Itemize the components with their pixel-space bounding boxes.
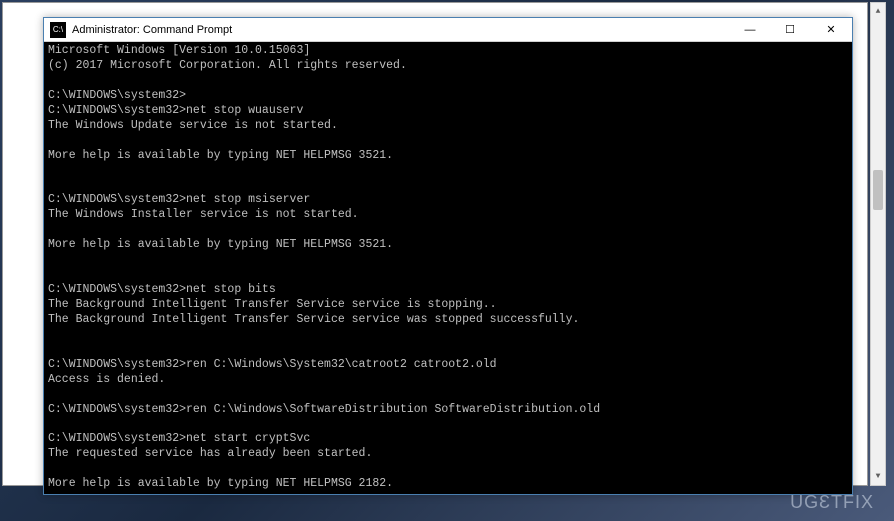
scroll-up-arrow[interactable]: ▲ <box>871 3 885 20</box>
scroll-thumb[interactable] <box>873 170 883 210</box>
terminal-line <box>48 223 848 238</box>
terminal-line: C:\WINDOWS\system32>net stop bits <box>48 283 848 298</box>
terminal-line: More help is available by typing NET HEL… <box>48 477 848 492</box>
terminal-line <box>48 74 848 89</box>
terminal-line <box>48 134 848 149</box>
vertical-scrollbar[interactable]: ▲ ▼ <box>870 2 886 486</box>
maximize-button[interactable]: ☐ <box>770 18 810 41</box>
terminal-line: More help is available by typing NET HEL… <box>48 149 848 164</box>
terminal-line <box>48 388 848 403</box>
terminal-output[interactable]: Microsoft Windows [Version 10.0.15063](c… <box>44 42 852 494</box>
window-titlebar[interactable]: C:\ Administrator: Command Prompt — ☐ ✕ <box>44 18 852 42</box>
terminal-line: More help is available by typing NET HEL… <box>48 238 848 253</box>
window-title: Administrator: Command Prompt <box>72 24 730 36</box>
terminal-line <box>48 417 848 432</box>
terminal-line: The Background Intelligent Transfer Serv… <box>48 313 848 328</box>
terminal-line: C:\WINDOWS\system32>ren C:\Windows\Syste… <box>48 358 848 373</box>
window-controls: — ☐ ✕ <box>730 18 852 41</box>
terminal-line: (c) 2017 Microsoft Corporation. All righ… <box>48 59 848 74</box>
close-button[interactable]: ✕ <box>810 18 852 41</box>
terminal-line: C:\WINDOWS\system32>net stop wuauserv <box>48 104 848 119</box>
terminal-line: The Windows Installer service is not sta… <box>48 208 848 223</box>
terminal-line <box>48 253 848 268</box>
terminal-line: C:\WINDOWS\system32> <box>48 89 848 104</box>
command-prompt-window: C:\ Administrator: Command Prompt — ☐ ✕ … <box>43 17 853 495</box>
terminal-line: The requested service has already been s… <box>48 447 848 462</box>
terminal-line: The Background Intelligent Transfer Serv… <box>48 298 848 313</box>
minimize-button[interactable]: — <box>730 18 770 41</box>
watermark-logo: UGƐTFIX <box>790 492 874 513</box>
terminal-line: C:\WINDOWS\system32>net start cryptSvc <box>48 432 848 447</box>
terminal-line <box>48 164 848 179</box>
terminal-line: Access is denied. <box>48 373 848 388</box>
terminal-line <box>48 343 848 358</box>
scroll-down-arrow[interactable]: ▼ <box>871 468 885 485</box>
terminal-line: C:\WINDOWS\system32>ren C:\Windows\Softw… <box>48 403 848 418</box>
terminal-line <box>48 462 848 477</box>
terminal-line <box>48 178 848 193</box>
terminal-line: The Windows Update service is not starte… <box>48 119 848 134</box>
terminal-line <box>48 328 848 343</box>
desktop-background: C:\ Administrator: Command Prompt — ☐ ✕ … <box>2 2 868 486</box>
terminal-line <box>48 268 848 283</box>
scroll-track[interactable] <box>871 20 885 468</box>
terminal-line: Microsoft Windows [Version 10.0.15063] <box>48 44 848 59</box>
terminal-line: C:\WINDOWS\system32>net stop msiserver <box>48 193 848 208</box>
cmd-icon: C:\ <box>50 22 66 38</box>
